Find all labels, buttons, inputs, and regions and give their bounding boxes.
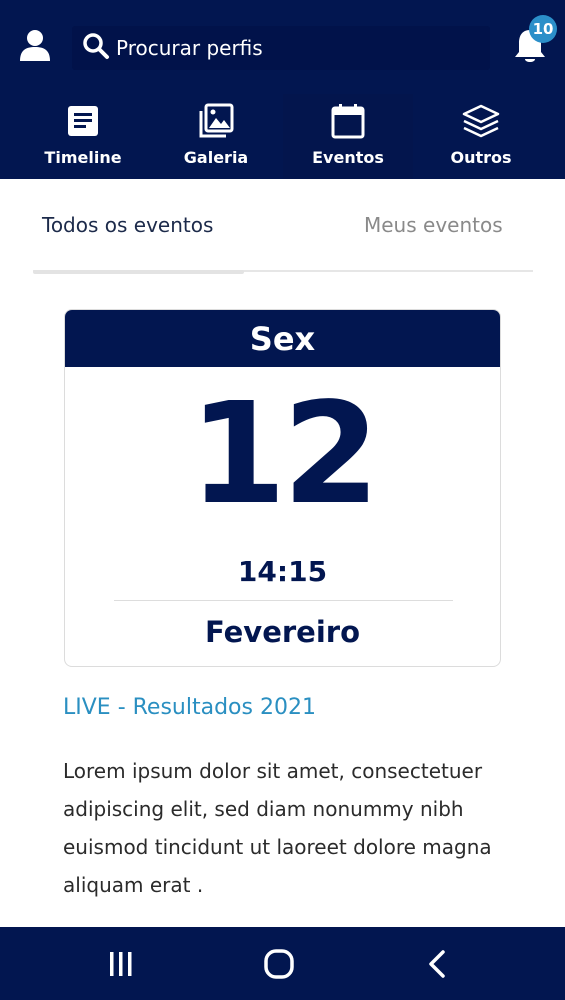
event-title[interactable]: LIVE - Resultados 2021 (63, 695, 316, 720)
event-date-card[interactable]: Sex 12 14:15 Fevereiro (64, 309, 501, 667)
tab-label: Eventos (312, 148, 384, 167)
event-weekday: Sex (65, 310, 500, 367)
search-input[interactable] (116, 26, 476, 70)
segment-my-events[interactable]: Meus eventos (364, 200, 503, 250)
top-app-bar: 10 Timeline Galeria Eventos (0, 0, 565, 179)
tab-eventos[interactable]: Eventos (283, 94, 413, 179)
tab-galeria[interactable]: Galeria (151, 94, 281, 179)
event-description: Lorem ipsum dolor sit amet, consectetuer… (63, 759, 492, 897)
system-nav-bar (0, 927, 565, 1000)
document-icon (68, 106, 98, 136)
tab-label: Timeline (44, 148, 122, 167)
notification-badge: 10 (529, 15, 557, 43)
tab-label: Outros (450, 148, 512, 167)
event-time: 14:15 (237, 555, 328, 588)
segment-indicator (33, 270, 244, 274)
search-bar[interactable] (72, 26, 490, 70)
segment-all-events[interactable]: Todos os eventos (42, 200, 213, 250)
tab-outros[interactable]: Outros (416, 94, 546, 179)
home-icon[interactable] (262, 947, 296, 981)
tab-label: Galeria (183, 148, 249, 167)
profile-icon[interactable] (18, 28, 52, 62)
search-icon (83, 33, 109, 59)
back-icon[interactable] (421, 947, 455, 981)
event-month: Fevereiro (204, 615, 360, 649)
gallery-icon (199, 103, 234, 138)
tab-timeline[interactable]: Timeline (18, 94, 148, 179)
recent-apps-icon[interactable] (104, 947, 138, 981)
layers-icon (462, 104, 500, 138)
calendar-icon (331, 104, 365, 139)
event-day: 12 (189, 373, 380, 536)
card-divider (114, 600, 453, 601)
